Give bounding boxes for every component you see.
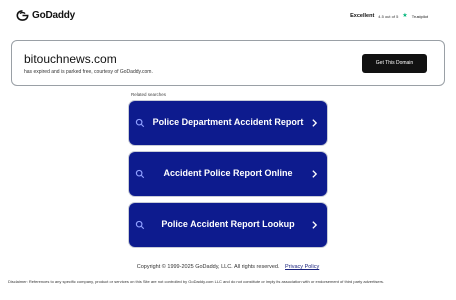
copyright-line: Copyright © 1999-2025 GoDaddy, LLC. All … bbox=[0, 264, 456, 270]
chevron-right-icon bbox=[312, 221, 318, 229]
domain-card: bitouchnews.com has expired and is parke… bbox=[11, 40, 445, 86]
chevron-right-icon bbox=[312, 170, 318, 178]
get-this-domain-button[interactable]: Get This Domain bbox=[362, 54, 427, 73]
godaddy-logo[interactable]: GoDaddy bbox=[16, 9, 75, 22]
related-search-label: Police Department Accident Report bbox=[152, 117, 304, 127]
disclaimer-text: Disclaimer: References to any specific c… bbox=[8, 279, 385, 284]
rating-word: Excellent bbox=[350, 13, 375, 19]
domain-name: bitouchnews.com bbox=[24, 52, 117, 66]
brand-name: GoDaddy bbox=[32, 10, 76, 21]
trustpilot-star-icon: ★ bbox=[402, 13, 408, 19]
related-search-button[interactable]: Accident Police Report Online bbox=[129, 152, 327, 196]
copyright-text: Copyright © 1999-2025 GoDaddy, LLC. All … bbox=[136, 264, 280, 270]
chevron-right-icon bbox=[312, 119, 318, 127]
related-search-button[interactable]: Police Department Accident Report bbox=[129, 101, 327, 145]
related-search-label: Police Accident Report Lookup bbox=[161, 219, 295, 229]
top-bar: GoDaddy Excellent 4.5 out of 5 ★ Trustpi… bbox=[0, 0, 456, 34]
domain-status-text: has expired and is parked free, courtesy… bbox=[24, 69, 153, 75]
related-search-button[interactable]: Police Accident Report Lookup bbox=[129, 203, 327, 247]
related-search-label: Accident Police Report Online bbox=[163, 168, 293, 178]
godaddy-logo-icon bbox=[16, 10, 29, 21]
privacy-policy-link[interactable]: Privacy Policy bbox=[285, 264, 319, 270]
rating-score: 4.5 out of 5 bbox=[378, 13, 399, 19]
trustpilot-label: Trustpilot bbox=[411, 13, 428, 19]
related-searches-label: Related searches bbox=[131, 92, 167, 97]
trustpilot-rating[interactable]: Excellent 4.5 out of 5 ★ Trustpilot bbox=[350, 13, 428, 19]
